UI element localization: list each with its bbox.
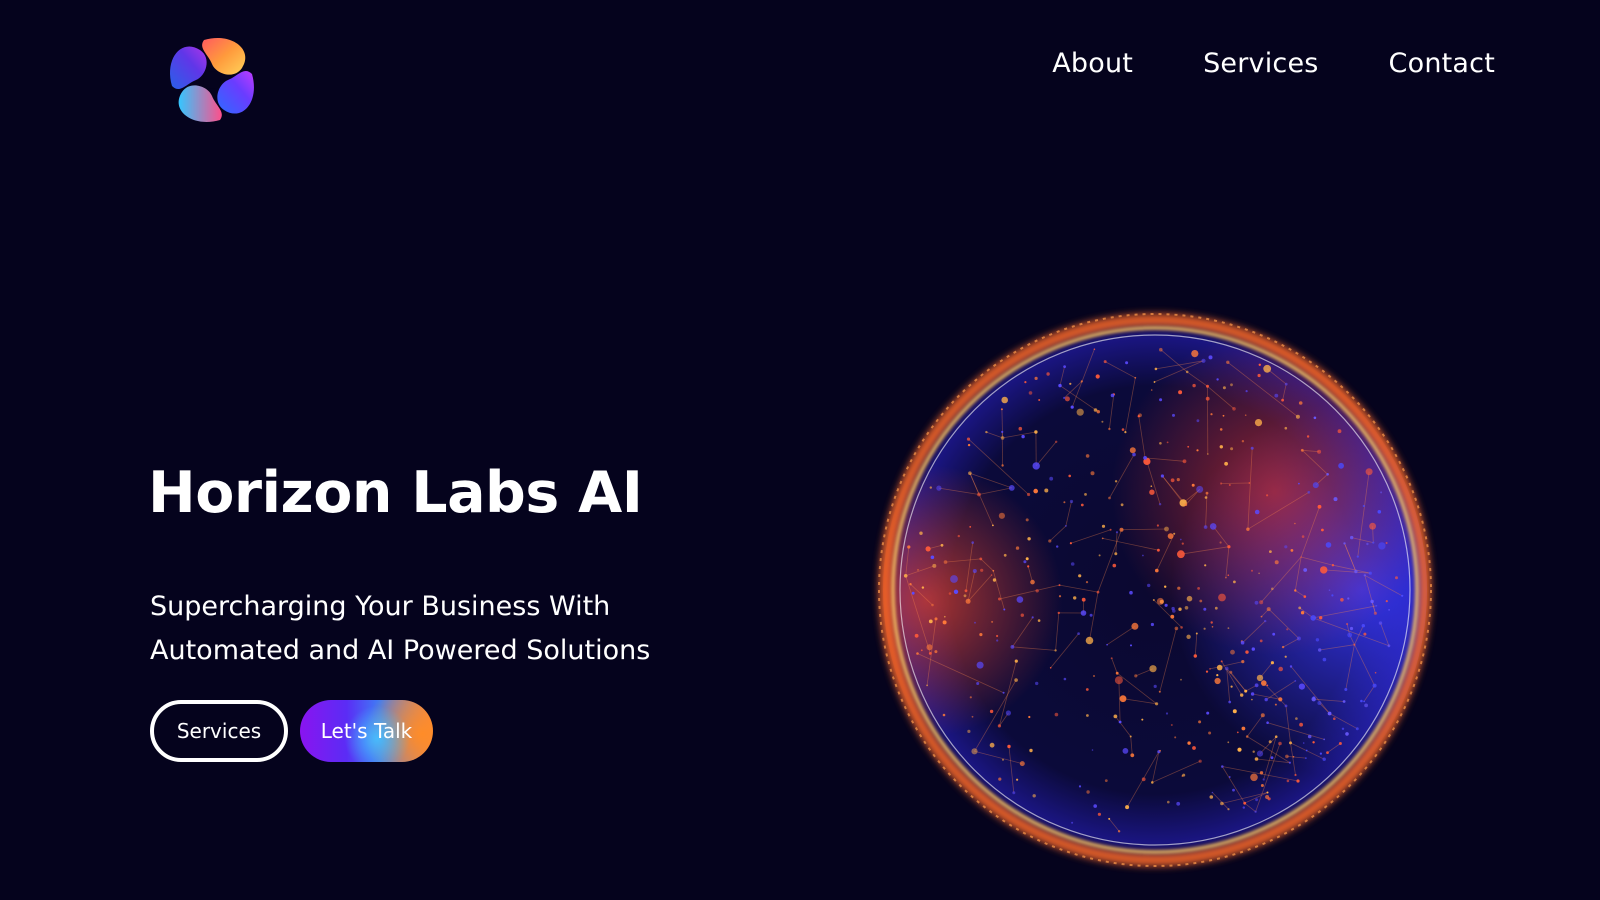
hero-subtitle-line-1: Supercharging Your Business With [150,591,611,622]
swirl-logo-icon[interactable] [160,28,264,132]
nav-link-services[interactable]: Services [1203,48,1318,79]
cta-buttons: Services Let's Talk [150,700,433,762]
hero-subtitle: Supercharging Your Business With Automat… [150,585,770,673]
services-button[interactable]: Services [150,700,288,762]
lets-talk-button[interactable]: Let's Talk [300,700,433,762]
nav-link-contact[interactable]: Contact [1389,48,1495,79]
main-nav: About Services Contact [1052,48,1495,79]
network-sphere-icon [860,295,1450,885]
hero-subtitle-line-2: Automated and AI Powered Solutions [150,635,651,666]
landing-page: About Services Contact Horizon Labs AI S… [0,0,1600,900]
nav-link-about[interactable]: About [1052,48,1133,79]
hero-title: Horizon Labs AI [148,460,643,526]
